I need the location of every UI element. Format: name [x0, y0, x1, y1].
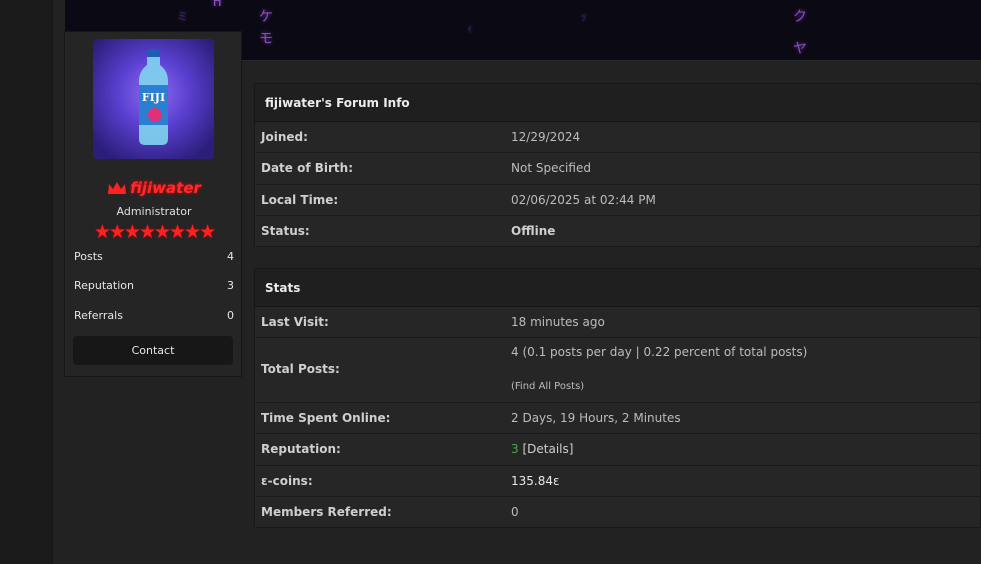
banner-glyph: ｯ: [581, 10, 587, 23]
stats-value: 0: [511, 505, 519, 519]
stats-label: Total Posts:: [261, 362, 340, 376]
banner-glyph: ｨ: [467, 22, 473, 35]
stat-referrals: Referrals 0: [74, 309, 234, 325]
water-bottle-icon: FIJI: [139, 49, 168, 145]
banner-glyph: ミ: [177, 10, 188, 23]
info-value: Not Specified: [511, 161, 591, 175]
forum-info-title: fijiwater's Forum Info: [255, 84, 980, 122]
stat-posts: Posts 4: [74, 250, 234, 266]
coins-value: 135.84ε: [511, 474, 560, 488]
reputation-value: 3 [Details]: [511, 442, 573, 456]
banner-glyph: H: [213, 0, 222, 10]
stats-row-reputation: Reputation: 3 [Details]: [255, 434, 980, 466]
stat-label: Posts: [74, 250, 103, 263]
avatar[interactable]: FIJI: [93, 39, 214, 159]
username-text: fijiwater: [130, 179, 201, 197]
stats-value: 4 (0.1 posts per day | 0.22 percent of t…: [511, 345, 808, 359]
banner-glyph: モ: [259, 31, 273, 47]
info-row-joined: Joined: 12/29/2024: [255, 122, 980, 153]
stats-label: Reputation:: [261, 442, 341, 456]
stat-value: 0: [227, 309, 234, 322]
stats-row-referred: Members Referred: 0: [255, 497, 980, 528]
stats-title: Stats: [255, 269, 980, 307]
info-label: Joined:: [261, 130, 308, 144]
stats-row-last-visit: Last Visit: 18 minutes ago: [255, 307, 980, 338]
stats-label: Time Spent Online:: [261, 411, 391, 425]
rank-stars: ★★★★★★★★: [93, 221, 216, 243]
profile-card: FIJI fijiwater Administrator ★★★★★★★★ Po…: [64, 31, 242, 377]
contact-button[interactable]: Contact: [73, 336, 233, 365]
stats-panel: Stats Last Visit: 18 minutes ago Total P…: [254, 268, 981, 528]
stat-label: Referrals: [74, 309, 123, 322]
reputation-details-close: ]: [568, 442, 574, 456]
username[interactable]: fijiwater: [65, 179, 243, 199]
info-label: Local Time:: [261, 193, 339, 207]
stats-row-total-posts: Total Posts: 4 (0.1 posts per day | 0.22…: [255, 338, 980, 403]
banner-glyph: ク: [793, 9, 807, 25]
user-role: Administrator: [116, 205, 192, 218]
avatar-brand: FIJI: [142, 91, 165, 104]
stats-row-coins: ε-coins: 135.84ε: [255, 466, 980, 497]
info-label: Status:: [261, 224, 310, 238]
left-gutter: [0, 0, 53, 564]
reputation-details-link[interactable]: Details: [527, 442, 569, 456]
status-value: Offline: [511, 224, 556, 238]
stat-value: 3: [227, 279, 234, 292]
stat-label: Reputation: [74, 279, 134, 292]
stats-label: Last Visit:: [261, 315, 329, 329]
stats-value: 18 minutes ago: [511, 315, 605, 329]
info-row-local-time: Local Time: 02/06/2025 at 02:44 PM: [255, 185, 980, 216]
info-value: 12/29/2024: [511, 130, 581, 144]
stats-label: ε-coins:: [261, 474, 313, 488]
stats-label: Members Referred:: [261, 505, 392, 519]
reputation-number: 3: [511, 442, 519, 456]
stat-value: 4: [227, 250, 234, 263]
info-row-status: Status: Offline: [255, 216, 980, 247]
stats-value: 2 Days, 19 Hours, 2 Minutes: [511, 411, 681, 425]
info-value: 02/06/2025 at 02:44 PM: [511, 193, 656, 207]
crown-icon: [107, 181, 127, 199]
find-all-posts-link[interactable]: Find All Posts: [515, 381, 580, 392]
banner-glyph: ヤ: [793, 41, 807, 57]
stat-reputation: Reputation 3: [74, 279, 234, 295]
banner-glyph: ケ: [259, 9, 273, 25]
find-all-posts: (Find All Posts): [511, 381, 584, 392]
info-row-dob: Date of Birth: Not Specified: [255, 153, 980, 185]
find-all-close-paren: ): [580, 381, 585, 392]
forum-info-panel: fijiwater's Forum Info Joined: 12/29/202…: [254, 83, 981, 247]
info-label: Date of Birth:: [261, 161, 354, 175]
stats-row-time-online: Time Spent Online: 2 Days, 19 Hours, 2 M…: [255, 403, 980, 434]
